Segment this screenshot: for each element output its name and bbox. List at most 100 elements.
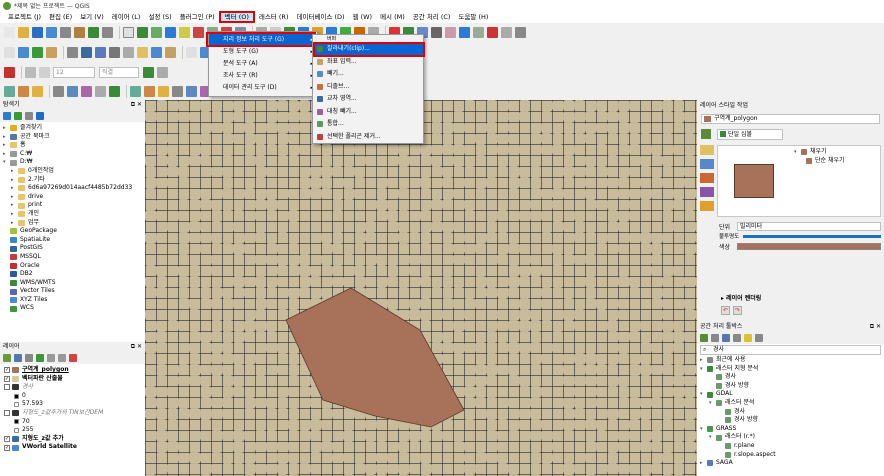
menu-item-1[interactable]: 편집 (E) — [45, 11, 76, 23]
paint-brush-icon[interactable] — [701, 129, 711, 139]
pan-to-selection-icon[interactable] — [137, 27, 148, 38]
vector-menu-item-3[interactable]: 조사 도구 (R)▸ — [209, 70, 317, 82]
layer-item[interactable]: ✓ 구역계_polygon — [4, 366, 145, 375]
pan-icon[interactable] — [123, 27, 134, 38]
sigma-icon[interactable] — [445, 27, 456, 38]
vertex-icon[interactable] — [157, 67, 168, 78]
geoprocessing-item-6[interactable]: 통합... — [313, 118, 423, 131]
menu-item-0[interactable]: 프로젝트 (J) — [4, 11, 45, 23]
browser-item[interactable]: ▸ drive — [3, 193, 145, 202]
browser-item[interactable]: ▸ 홈 — [3, 141, 145, 150]
style-layer-combo[interactable]: 구역계_polygon — [701, 114, 880, 124]
save-icon[interactable] — [32, 27, 43, 38]
menu-item-5[interactable]: 플러그인 (P) — [176, 11, 219, 23]
offset-icon[interactable] — [109, 85, 120, 97]
magnet-icon[interactable] — [4, 67, 15, 78]
collapse-icon[interactable] — [58, 354, 66, 362]
menu-item-10[interactable]: 메시 (M) — [376, 11, 409, 23]
fill-label[interactable]: 채우기 — [810, 148, 827, 157]
expand-arrow-icon[interactable]: ▸ — [11, 219, 18, 228]
font-size-combo[interactable]: 12 — [53, 67, 95, 78]
new-shapefile-icon[interactable] — [137, 47, 148, 58]
add-wms-icon[interactable] — [95, 47, 106, 58]
save-as-icon[interactable] — [46, 27, 57, 38]
menu-item-6[interactable]: 벡터 (O) — [218, 11, 255, 23]
scripts-icon[interactable] — [722, 334, 730, 342]
filter-icon[interactable] — [14, 112, 22, 120]
toolbox-item[interactable]: ▾ 래스터 (r.*) — [700, 433, 884, 442]
print-layout-icon[interactable] — [60, 27, 71, 38]
toolbox-search[interactable]: ⌕ 경사 — [700, 345, 881, 355]
layer-checkbox[interactable]: ✓ — [4, 367, 10, 374]
expand-arrow-icon[interactable]: ▸ — [3, 133, 10, 142]
layer-item[interactable]: ✓ VWorld Satellite — [4, 443, 145, 452]
results-icon[interactable] — [733, 334, 741, 342]
browser-item[interactable]: GeoPackage — [3, 227, 145, 236]
reshape-icon[interactable] — [32, 85, 43, 97]
filter-icon[interactable] — [36, 354, 44, 362]
toolbox-item[interactable]: 경사 — [700, 373, 884, 382]
toolbox-item[interactable]: ▸ 최근에 사용 — [700, 356, 884, 365]
layer-style-icon[interactable] — [4, 47, 15, 58]
split-icon[interactable] — [53, 85, 64, 97]
browser-item[interactable]: ▾ D:₩ — [3, 158, 145, 167]
fill-ring-icon[interactable] — [158, 85, 169, 97]
vector-menu-item-1[interactable]: 도형 도구 (G)▸ — [209, 46, 317, 58]
style-icon[interactable] — [3, 354, 11, 362]
add-delimited-icon[interactable] — [46, 47, 57, 58]
eye-icon[interactable] — [25, 354, 33, 362]
collapse-icon[interactable] — [25, 112, 33, 120]
renderer-combo[interactable]: 단일 심볼 — [717, 128, 783, 140]
browser-item[interactable]: ▸ 공간 북마크 — [3, 133, 145, 142]
menu-item-8[interactable]: 데이터베이스 (D) — [293, 11, 349, 23]
add-vector-icon[interactable] — [18, 47, 29, 58]
menu-item-7[interactable]: 래스터 (R) — [255, 11, 293, 23]
layer-checkbox[interactable]: ✓ — [4, 444, 10, 451]
browser-item[interactable]: SpatiaLite — [3, 236, 145, 245]
layer-item[interactable]: 경사 — [4, 383, 145, 392]
add-postgis-icon[interactable] — [81, 47, 92, 58]
expand-arrow-icon[interactable]: ▾ — [700, 390, 707, 399]
browser-item[interactable]: ▸ 2.기타 — [3, 176, 145, 185]
layer-item[interactable]: ✓ 벡터파란 산출물 — [4, 375, 145, 384]
browser-item[interactable]: DB2 — [3, 270, 145, 279]
browser-item[interactable]: WCS — [3, 304, 145, 313]
layer-rendering-section[interactable]: ▸ 레이어 렌더링 — [721, 293, 761, 302]
expand-arrow-icon[interactable]: ▾ — [709, 399, 716, 408]
menu-item-9[interactable]: 웹 (W) — [349, 11, 377, 23]
expand-arrow-icon[interactable]: ▸ — [11, 201, 18, 210]
geoprocessing-item-1[interactable]: 좌표 입력... — [313, 56, 423, 69]
toolbox-item[interactable]: r.plane — [700, 442, 884, 451]
zoom-full-icon[interactable] — [179, 27, 190, 38]
open-icon[interactable] — [18, 27, 29, 38]
menu-item-12[interactable]: 도움말 (H) — [454, 11, 492, 23]
add-wfs-icon[interactable] — [123, 47, 134, 58]
menu-item-4[interactable]: 설정 (S) — [144, 11, 175, 23]
browser-item[interactable]: WMS/WMTS — [3, 279, 145, 288]
geoprocessing-item-3[interactable]: 디졸브... — [313, 81, 423, 94]
expand-arrow-icon[interactable]: ▸ — [11, 176, 18, 185]
color-button[interactable] — [737, 242, 881, 250]
history-tab-icon[interactable] — [700, 201, 714, 211]
ruler-icon[interactable] — [459, 27, 470, 38]
undo-icon[interactable]: ↶ — [721, 306, 730, 315]
expand-arrow-icon[interactable]: ▸ — [11, 210, 18, 219]
zoom-layer-icon[interactable] — [193, 27, 204, 38]
expand-arrow-icon[interactable]: ▸ — [11, 184, 18, 193]
browser-item[interactable]: ▸ 0개인작업 — [3, 167, 145, 176]
gear-icon[interactable] — [473, 27, 484, 38]
toolbox-item[interactable]: ▾ 래스터 지형 분석 — [700, 365, 884, 374]
vector-menu-item-4[interactable]: 데이터 관리 도구 (D)▸ — [209, 82, 317, 94]
expand-arrow-icon[interactable]: ▾ — [709, 433, 716, 442]
toolbox-item[interactable]: 경사 방향 — [700, 416, 884, 425]
refresh-icon[interactable] — [3, 112, 11, 120]
unit-combo[interactable]: 밀리미터 — [737, 221, 881, 231]
browser-item[interactable]: ▸ 6d6a97269d014aacf4485b72dd33 — [3, 184, 145, 193]
style-manager-icon[interactable] — [88, 27, 99, 38]
font-icon[interactable] — [39, 67, 50, 78]
browser-item[interactable]: ▸ 업무 — [3, 219, 145, 228]
opacity-slider[interactable] — [743, 234, 881, 238]
layer-item[interactable]: 지형도_z값추가의 TIN보간DEM — [4, 409, 145, 418]
vector-menu-item-2[interactable]: 분석 도구 (A)▸ — [209, 58, 317, 70]
menu-item-2[interactable]: 보기 (V) — [76, 11, 108, 23]
